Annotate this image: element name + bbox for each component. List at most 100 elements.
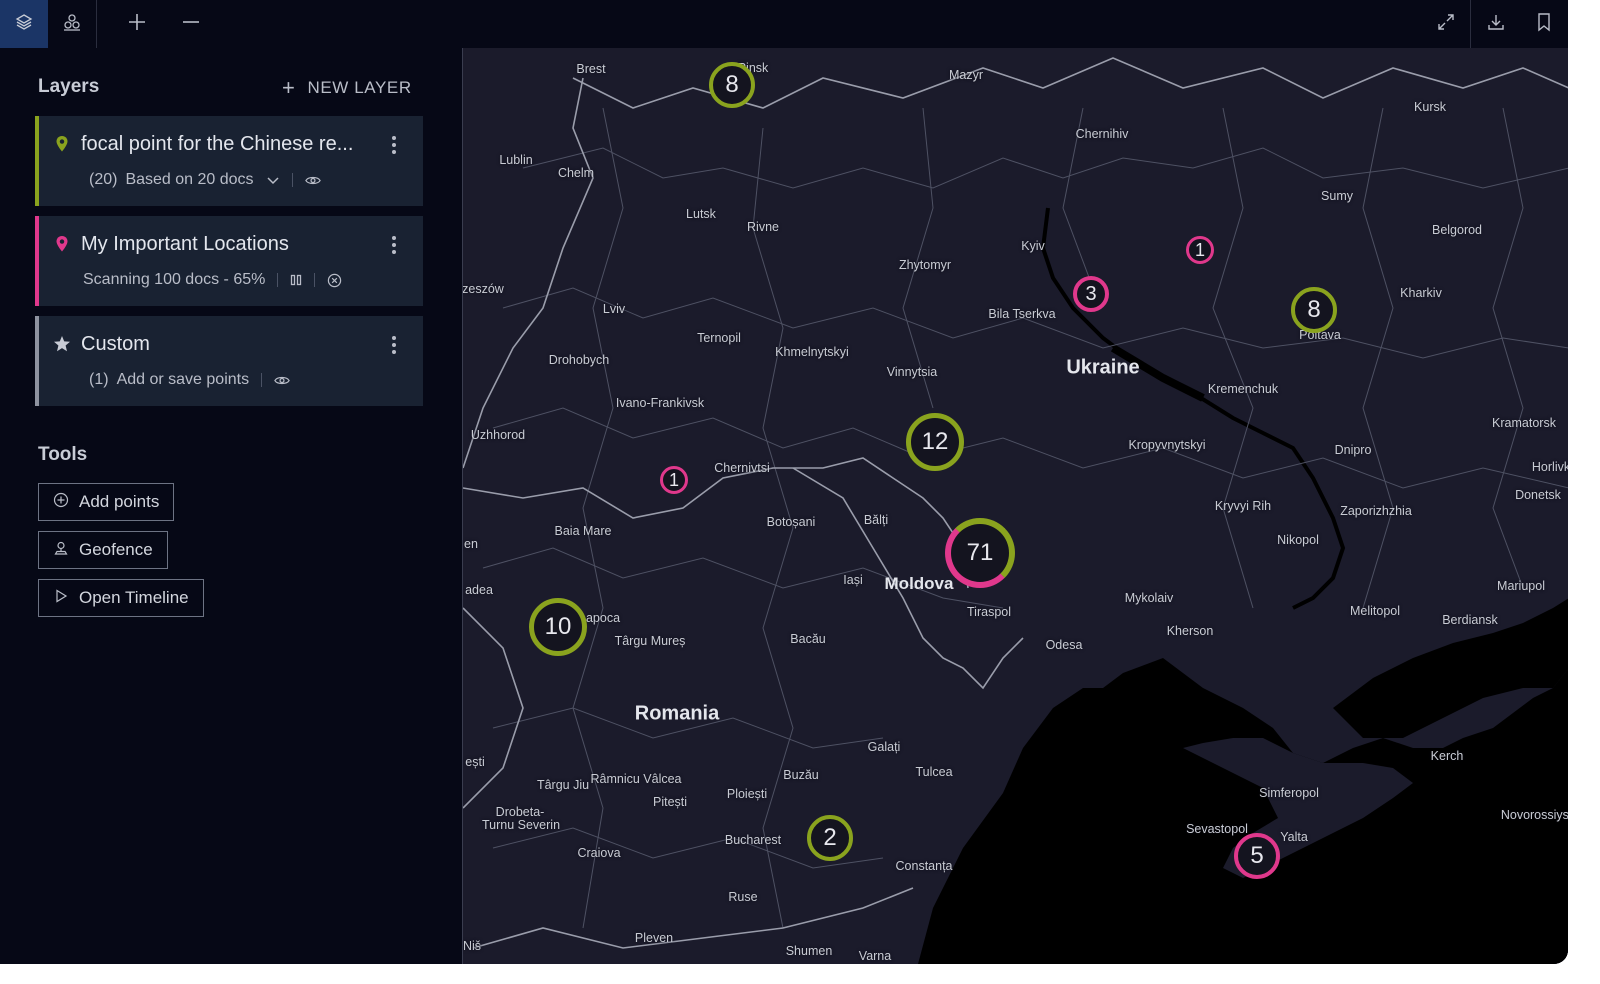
city-label: Tulcea [915,765,953,779]
layer-subtitle: (20) Based on 20 docs [89,171,321,189]
layer-count: (20) [89,171,118,188]
layer-card-focal-point[interactable]: focal point for the Chinese re... (20) B… [35,116,423,206]
tool-label: Open Timeline [79,588,189,607]
map-canvas[interactable]: Ukraine Moldova Romania Brest Pinsk Mazy… [462,48,1568,964]
city-label: Sumy [1321,189,1353,203]
layer-title: Custom [81,333,150,355]
city-label: ești [465,755,485,769]
tool-label: Geofence [79,540,153,559]
city-label: Bila Tserkva [988,307,1056,321]
city-label: Varna [858,949,892,963]
cancel-circle-icon[interactable] [327,273,342,288]
fullscreen-button[interactable] [1422,0,1470,48]
star-icon [53,335,71,353]
city-label: Belgorod [1431,223,1483,237]
city-label: Tiraspol [967,605,1011,619]
city-label: Ploiești [726,787,768,801]
city-label: zeszów [462,282,504,296]
city-label: Constanța [895,859,953,873]
city-label: Novorossiysk [1500,808,1568,822]
layer-color-bar [35,116,39,206]
city-label: Mazyr [948,68,984,82]
city-label: Târgu Mureș [614,634,686,648]
city-label: Kursk [1414,100,1446,114]
zoom-in-button[interactable] [113,0,161,48]
city-label: Zaporizhzhia [1340,504,1412,518]
layer-menu-button[interactable] [387,234,401,256]
toolbar-divider [96,0,97,48]
pause-icon[interactable] [290,274,302,286]
country-label: Romania [634,702,720,725]
city-label: Chernivtsi [714,461,770,475]
open-timeline-button[interactable]: Open Timeline [38,579,204,617]
fullscreen-icon [1436,12,1456,37]
city-label: Botoșani [766,515,816,529]
cluster-marker[interactable]: 10 [529,598,587,656]
city-label: Zhytomyr [898,258,952,272]
eye-icon[interactable] [304,174,321,187]
layer-doc-info: Based on 20 docs [125,171,254,188]
cluster-marker[interactable]: 5 [1234,833,1280,879]
city-label: Horlivk [1531,460,1568,474]
bookmark-button[interactable] [1520,0,1568,48]
layer-menu-button[interactable] [387,134,401,156]
city-label: Ternopil [697,331,741,345]
city-label: Sevastopol [1186,822,1248,836]
city-label: Brest [576,62,606,76]
city-label: Vinnytsia [886,365,938,379]
layer-card-custom[interactable]: Custom (1) Add or save points [35,316,423,406]
cluster-marker[interactable]: 12 [906,413,964,471]
add-points-button[interactable]: Add points [38,483,175,521]
city-label: Nikopol [1277,533,1319,547]
layer-card-important-locations[interactable]: My Important Locations Scanning 100 docs… [35,216,423,306]
sidebar-panel: Layers + NEW LAYER focal point for the C… [0,48,462,964]
divider [314,273,316,287]
city-label: Mykolaiv [1124,591,1174,605]
bookmark-icon [1534,12,1554,37]
zoom-out-icon [181,12,201,37]
zoom-out-button[interactable] [167,0,215,48]
cluster-button[interactable] [48,0,96,48]
city-label: Simferopol [1259,786,1319,800]
download-button[interactable] [1472,0,1520,48]
cluster-marker[interactable]: 71 [945,518,1015,588]
layer-color-bar [35,216,39,306]
city-label: Odesa [1045,638,1083,652]
city-label: Niš [462,939,482,953]
eye-icon[interactable] [274,374,290,387]
city-label: Craiova [577,846,621,860]
city-label: Kramatorsk [1492,416,1556,430]
new-layer-button[interactable]: + NEW LAYER [282,77,412,99]
layer-title: focal point for the Chinese re... [81,133,354,155]
city-label: apoca [585,611,621,625]
city-label: en [464,537,478,551]
divider [277,273,279,287]
city-label: Kremenchuk [1207,382,1279,396]
cluster-marker[interactable]: 1 [1186,236,1214,264]
city-label: Iași [843,573,863,587]
download-icon [1486,12,1506,37]
cluster-marker[interactable]: 2 [807,815,853,861]
cluster-marker[interactable]: 1 [660,466,688,494]
top-toolbar [0,0,1568,48]
city-label: Buzău [783,768,819,782]
cluster-marker[interactable]: 8 [709,62,755,108]
cluster-marker[interactable]: 8 [1291,287,1337,333]
city-label: Melitopol [1349,604,1401,618]
play-icon [53,588,69,609]
geofence-icon [53,540,69,561]
city-label: Bălți [863,513,889,527]
cluster-icon [62,12,82,37]
app-window: Layers + NEW LAYER focal point for the C… [0,0,1568,964]
city-label: Shumen [785,944,833,958]
geofence-button[interactable]: Geofence [38,531,168,569]
city-label: Chernihiv [1075,127,1129,141]
layers-button[interactable] [0,0,48,48]
plus-circle-icon [53,492,69,513]
city-label: Kharkiv [1400,286,1442,300]
cluster-marker[interactable]: 3 [1073,276,1109,312]
toolbar-divider [1470,0,1471,48]
city-label: adea [465,583,493,597]
layer-menu-button[interactable] [387,334,401,356]
chevron-down-icon[interactable] [266,173,280,187]
